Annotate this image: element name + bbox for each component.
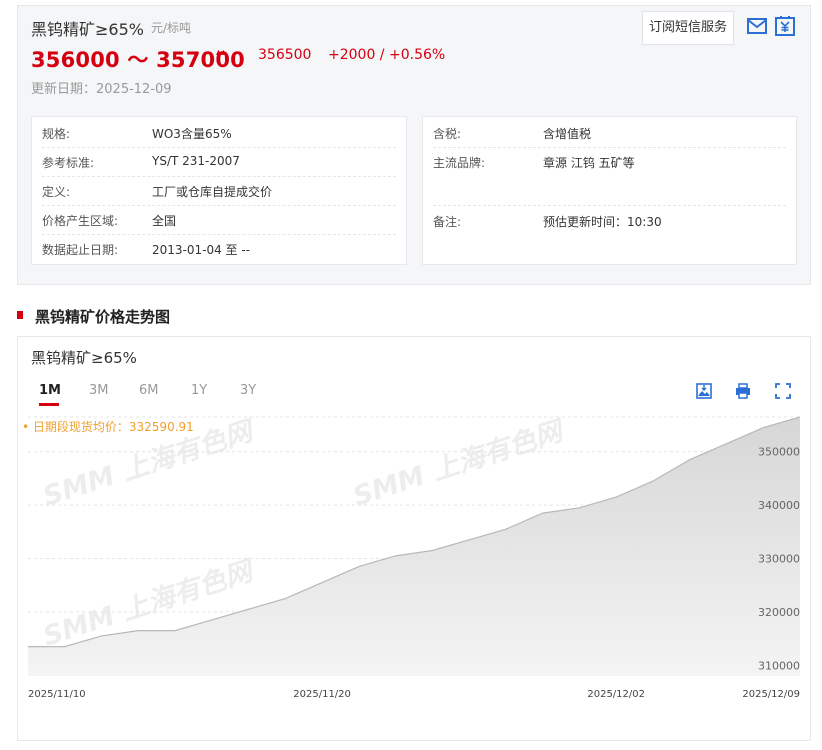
update-date: 更新日期：2025-12-09: [31, 82, 172, 97]
y-tick-label: 350000: [758, 446, 800, 459]
price-change: +2000 / +0.56%: [328, 47, 446, 63]
spec-value: 工厂或仓库自提成交价: [152, 185, 273, 199]
y-tick-label: 340000: [758, 499, 800, 512]
spec-value: 2013-01-04 至 --: [152, 243, 251, 257]
spec-row: 含税: 含增值税: [433, 118, 786, 148]
x-tick-label: 2025/11/10: [28, 689, 86, 700]
spec-value: 含增值税: [543, 127, 592, 141]
spec-label: 参考标准:: [42, 156, 95, 170]
y-tick-label: 320000: [758, 606, 800, 619]
section-title: 黑钨精矿价格走势图: [35, 308, 171, 326]
price-range: 356000 ～ 357000: [31, 48, 245, 72]
y-tick-label: 330000: [758, 553, 800, 566]
spec-row: 参考标准: YS/T 231-2007: [42, 147, 396, 177]
trend-up-icon: ▴▴: [216, 47, 227, 58]
spec-value: YS/T 231-2007: [152, 154, 240, 168]
spec-label: 含税:: [433, 127, 462, 141]
y-tick-label: 310000: [758, 659, 800, 672]
spec-label: 数据起止日期:: [42, 243, 119, 257]
spec-row: 规格: WO3含量65%: [42, 118, 396, 148]
subscribe-sms-button[interactable]: 订阅短信服务: [642, 11, 734, 45]
x-tick-label: 2025/12/02: [587, 689, 645, 700]
spec-table-left: 规格: WO3含量65% 参考标准: YS/T 231-2007 定义: 工厂或仓库自…: [31, 116, 407, 265]
price-alert-icon[interactable]: [774, 15, 796, 37]
spec-row: 数据起止日期: 2013-01-04 至 --: [42, 234, 396, 263]
spec-value: 预估更新时间：10:30: [543, 215, 662, 229]
spec-table-right: 含税: 含增值税 主流品牌: 章源 江钨 五矿等 备注: 预估更新时间：10:30: [422, 116, 797, 265]
product-name: 黑钨精矿≥65%: [31, 20, 144, 39]
mail-icon[interactable]: [746, 15, 768, 37]
spec-label: 规格:: [42, 127, 71, 141]
price-info-panel: 黑钨精矿≥65% 元/标吨 356000 ～ 357000 ▴▴ 356500 …: [17, 5, 811, 285]
spec-value: 全国: [152, 214, 177, 228]
spec-label: 价格产生区域:: [42, 214, 119, 228]
price-unit: 元/标吨: [151, 21, 192, 35]
spec-value: 章源 江钨 五矿等: [543, 156, 635, 170]
spec-label: 主流品牌:: [433, 156, 486, 170]
chart-panel: 黑钨精矿≥65% 1M 3M 6M 1Y 3Y • 日期段现货均价：332590…: [17, 336, 811, 741]
price-area-fill: [28, 417, 800, 676]
x-tick-label: 2025/11/20: [293, 689, 351, 700]
price-trend-chart: 310000 320000 330000 340000 350000 2025/11/10…: [28, 416, 801, 700]
spec-row: 价格产生区域: 全国: [42, 205, 396, 235]
spec-row: 定义: 工厂或仓库自提成交价: [42, 176, 396, 206]
spec-label: 定义:: [42, 185, 71, 199]
section-marker: [17, 311, 23, 319]
average-price: 356500: [258, 47, 312, 63]
spec-row: 备注: 预估更新时间：10:30: [433, 206, 786, 235]
x-tick-label: 2025/12/09: [742, 689, 800, 700]
spec-row: 主流品牌: 章源 江钨 五矿等: [433, 147, 786, 206]
spec-value: WO3含量65%: [152, 127, 232, 141]
spec-label: 备注:: [433, 215, 462, 229]
